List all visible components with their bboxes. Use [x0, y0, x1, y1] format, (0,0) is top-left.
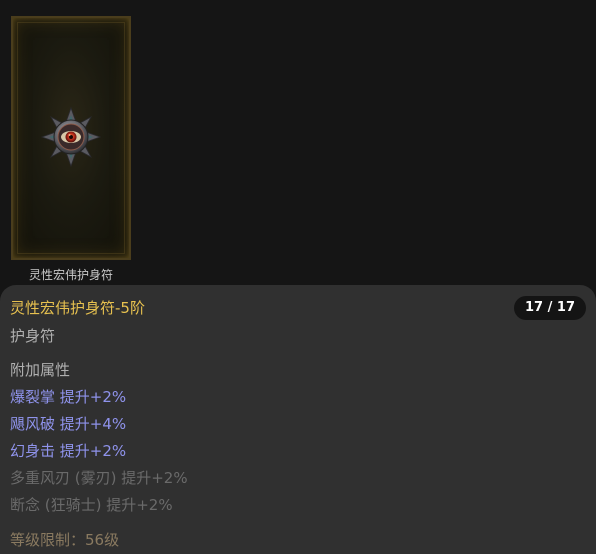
attribute-line: 幻身击 提升+2% — [10, 442, 127, 460]
attribute-line: 飓风破 提升+4% — [10, 415, 127, 433]
item-viewer: 灵性宏伟护身符 灵性宏伟护身符-5阶 17 / 17 护身符 附加属性 爆裂掌 … — [0, 0, 596, 554]
section-label: 附加属性 — [10, 361, 71, 379]
attribute-line: 爆裂掌 提升+2% — [10, 388, 127, 406]
stack-count-badge: 17 / 17 — [514, 296, 586, 320]
attribute-line: 断念 (狂骑士) 提升+2% — [10, 496, 173, 514]
item-type: 护身符 — [10, 327, 56, 345]
tooltip-title: 灵性宏伟护身符-5阶 — [10, 299, 145, 317]
item-slot[interactable] — [11, 16, 131, 260]
amulet-icon — [40, 106, 102, 168]
item-name: 灵性宏伟护身符 — [28, 268, 113, 282]
attribute-line: 多重风刃 (雾刃) 提升+2% — [10, 469, 188, 487]
item-tooltip: 灵性宏伟护身符-5阶 17 / 17 护身符 附加属性 爆裂掌 提升+2% 飓风… — [0, 285, 596, 554]
level-requirement: 等级限制：56级 — [10, 531, 120, 549]
